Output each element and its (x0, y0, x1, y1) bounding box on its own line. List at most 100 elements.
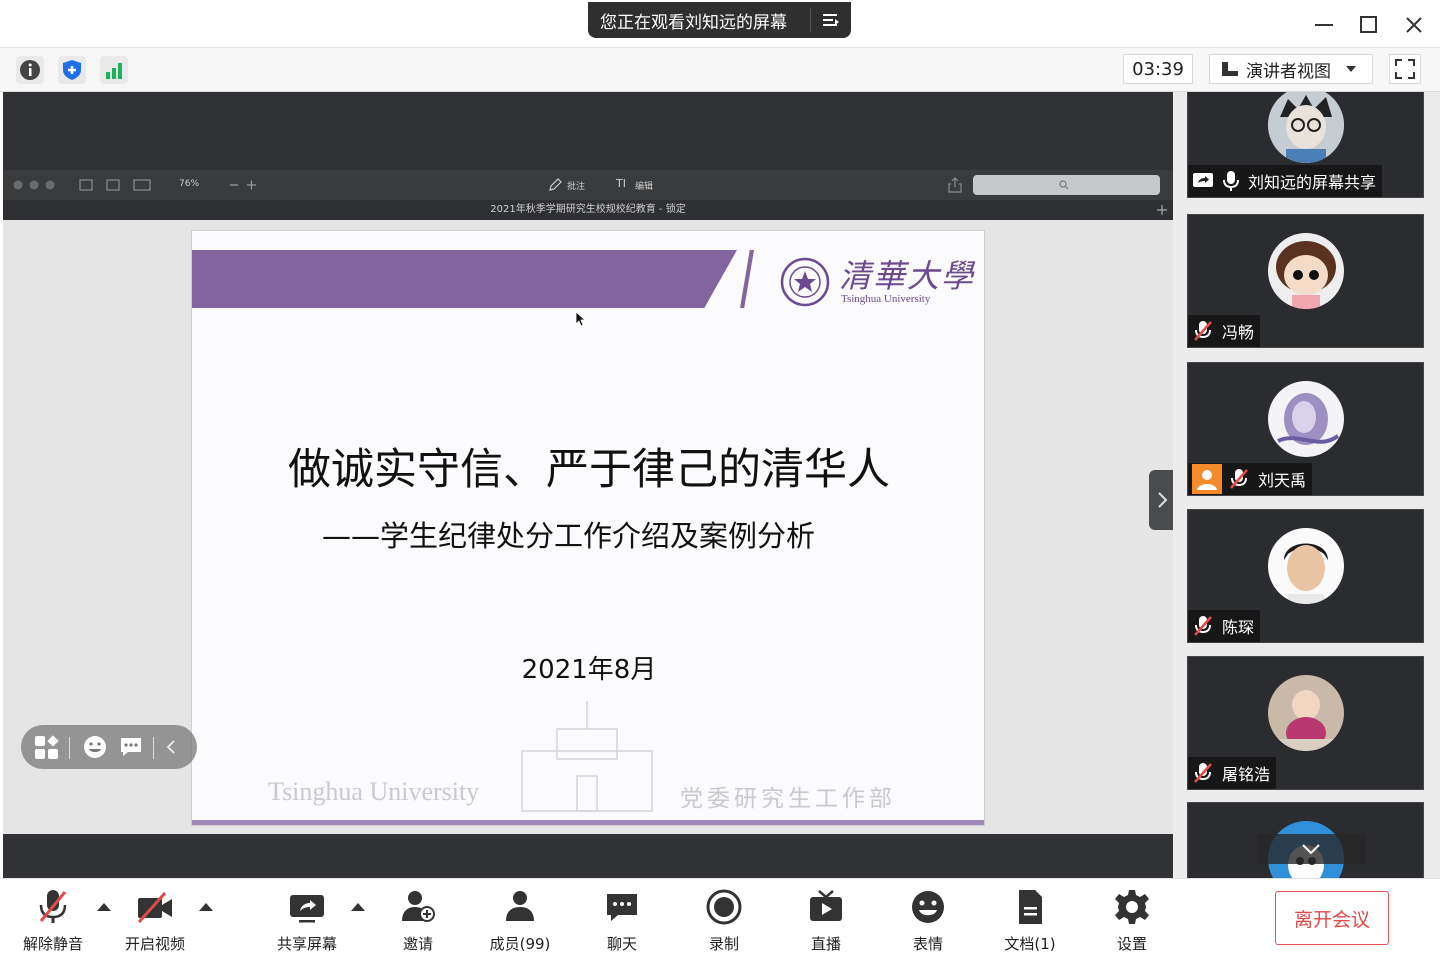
presentation-slide: 清華大學 Tsinghua University 做诚实守信、严于律己的清华人 … (191, 230, 985, 826)
participant-panel: 刘知远的屏幕共享 冯畅 刘天禹 陈琛 屠铭浩 (1173, 92, 1440, 878)
host-user-icon (1192, 464, 1222, 494)
view-mode-label: 演讲者视图 (1246, 61, 1331, 82)
chevron-right-icon (1158, 492, 1168, 508)
reactions-button[interactable]: 表情 (888, 887, 968, 955)
sidebar-toggle-icon[interactable] (79, 178, 151, 192)
screen-share-icon (1193, 173, 1213, 187)
settings-button[interactable]: 设置 (1092, 887, 1172, 955)
audio-options-caret-icon[interactable] (97, 903, 111, 911)
video-off-icon (137, 891, 172, 924)
window-traffic-lights-icon[interactable] (13, 180, 63, 190)
share-options-caret-icon[interactable] (351, 903, 365, 911)
abstract-avatar-icon (1268, 381, 1344, 457)
chat-label: 聊天 (606, 935, 637, 953)
emoji-icon[interactable] (83, 735, 107, 759)
invite-button[interactable]: 邀请 (378, 887, 458, 955)
participant-name: 屠铭浩 (1222, 765, 1271, 784)
slide-footer-university: Tsinghua University (268, 777, 480, 806)
chevron-down-icon (1302, 844, 1320, 855)
record-label: 录制 (708, 935, 739, 953)
slide-footer-department: 党委研究生工作部 (680, 786, 896, 812)
avatar (1268, 92, 1344, 163)
chat-icon (607, 894, 637, 921)
shield-icon[interactable] (58, 56, 86, 84)
text-tool-icon: TI (616, 177, 626, 190)
share-screen-button[interactable]: 共享屏幕 (267, 887, 347, 955)
add-tab-icon[interactable] (1155, 203, 1169, 217)
participant-tile[interactable]: 刘知远的屏幕共享 (1187, 92, 1424, 198)
zoom-out-in-icon[interactable] (229, 179, 259, 191)
record-icon (706, 889, 742, 925)
unmute-button[interactable]: 解除静音 (13, 887, 93, 955)
start-video-button[interactable]: 开启视频 (115, 887, 195, 955)
pdf-search-input[interactable] (973, 175, 1160, 195)
chat-bubble-icon[interactable] (119, 736, 143, 758)
avatar (1268, 233, 1344, 309)
chevron-down-icon (1346, 66, 1356, 72)
minimize-icon[interactable] (1311, 12, 1337, 38)
avatar (1268, 675, 1344, 751)
fullscreen-button[interactable] (1389, 54, 1421, 84)
annotate-button[interactable]: 批注 (567, 179, 585, 192)
university-logo: 清華大學 Tsinghua University (839, 259, 975, 305)
participant-tile[interactable]: 陈琛 (1187, 509, 1424, 643)
shared-screen-area: 76% 批注 TI 编辑 2021年秋季学期研究生校规校纪教育 - 锁定 清華大… (3, 92, 1173, 878)
users-icon (506, 891, 534, 921)
add-user-icon (402, 891, 435, 922)
zoom-level[interactable]: 76% (179, 179, 199, 189)
fullscreen-icon (1395, 59, 1415, 79)
reactions-label: 表情 (912, 935, 943, 953)
share-screen-icon (290, 895, 324, 923)
mic-muted-icon (1194, 321, 1212, 341)
participant-tile[interactable]: 冯畅 (1187, 214, 1424, 348)
divider (69, 737, 70, 759)
live-label: 直播 (810, 935, 841, 953)
speaker-view-icon (1222, 62, 1238, 76)
docs-button[interactable]: 文档(1) (990, 887, 1070, 955)
close-icon[interactable] (1401, 12, 1427, 38)
building-watermark-icon (521, 701, 653, 812)
emoji-icon (912, 891, 944, 923)
share-export-icon[interactable] (948, 177, 962, 193)
participant-name: 刘知远的屏幕共享 (1248, 173, 1377, 192)
meeting-controls-bar: 解除静音 开启视频 共享屏幕 邀请 成员(99) 聊天 录制 直播 表情 文档(… (0, 878, 1440, 960)
share-notice-pill: 您正在观看刘知远的屏幕 (588, 2, 851, 38)
chevron-left-icon[interactable] (166, 740, 176, 754)
signal-bars-icon[interactable] (100, 56, 128, 84)
apps-grid-icon[interactable] (34, 735, 60, 761)
share-notice-text: 您正在观看刘知远的屏幕 (600, 12, 787, 33)
settings-label: 设置 (1116, 935, 1147, 953)
view-mode-select[interactable]: 演讲者视图 (1209, 54, 1373, 84)
cartoon-girl-avatar-icon (1268, 233, 1344, 309)
mic-muted-icon (1194, 763, 1212, 783)
video-options-caret-icon[interactable] (199, 903, 213, 911)
search-icon (1059, 180, 1069, 190)
participant-tile[interactable]: 刘天禹 (1187, 362, 1424, 496)
university-logo-en: Tsinghua University (841, 293, 931, 305)
leave-meeting-button[interactable]: 离开会议 (1275, 891, 1389, 945)
live-button[interactable]: 直播 (786, 887, 866, 955)
slide-title: 做诚实守信、严于律己的清华人 (288, 445, 890, 495)
list-icon[interactable] (821, 11, 841, 29)
maximize-icon[interactable] (1356, 12, 1382, 38)
members-label: 成员(99) (489, 935, 551, 953)
gear-icon (1115, 890, 1149, 924)
avatar (1268, 381, 1344, 457)
divider (153, 737, 154, 759)
university-logo-cn: 清華大學 (839, 258, 976, 294)
meeting-timer: 03:39 (1123, 54, 1193, 84)
scroll-down-button[interactable] (1257, 834, 1365, 864)
chat-button[interactable]: 聊天 (582, 887, 662, 955)
baby-photo-avatar-icon (1268, 675, 1344, 751)
meeting-toolbar: 03:39 演讲者视图 (0, 48, 1440, 92)
members-button[interactable]: 成员(99) (480, 887, 560, 955)
edit-button[interactable]: 编辑 (635, 179, 653, 192)
record-button[interactable]: 录制 (684, 887, 764, 955)
start-video-label: 开启视频 (124, 935, 185, 953)
participant-name: 陈琛 (1222, 618, 1255, 637)
participant-tile[interactable]: 屠铭浩 (1187, 656, 1424, 790)
docs-label: 文档(1) (1004, 935, 1056, 953)
share-screen-label: 共享屏幕 (276, 935, 337, 953)
info-icon[interactable] (16, 56, 44, 84)
slide-subtitle: ——学生纪律处分工作介绍及案例分析 (322, 519, 816, 553)
